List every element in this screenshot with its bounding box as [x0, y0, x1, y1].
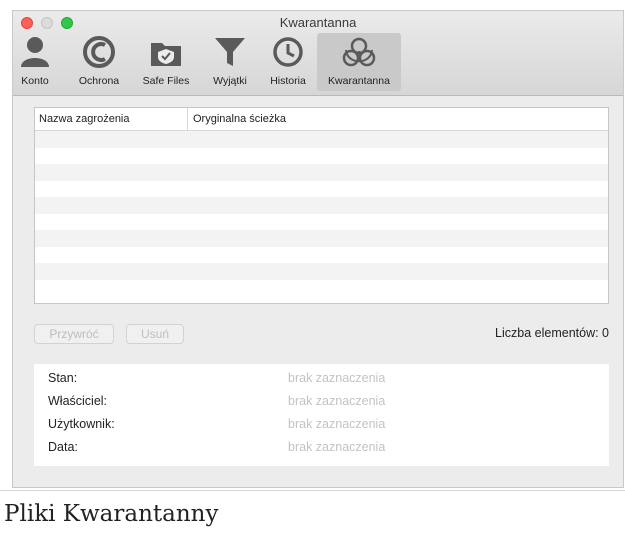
tab-kwarantanna[interactable]: Kwarantanna [317, 33, 401, 91]
table-row [35, 263, 608, 280]
status-label: Stan: [48, 371, 78, 385]
table-body [35, 131, 608, 296]
tab-wyjatki[interactable]: Wyjątki [205, 33, 255, 91]
quarantine-panel: Nazwa zagrożenia Oryginalna ścieżka Przy… [13, 96, 623, 487]
table-row [35, 197, 608, 214]
tab-kwarantanna-label: Kwarantanna [328, 75, 390, 87]
person-icon [21, 37, 49, 67]
toolbar: Konto Ochrona Safe Files Wyjątki Histori… [13, 33, 623, 91]
filter-icon [215, 38, 245, 66]
restore-button[interactable]: Przywróć [34, 324, 114, 344]
table-row [35, 148, 608, 165]
detail-row-date: Data: brak zaznaczenia [34, 438, 609, 458]
tab-historia[interactable]: Historia [263, 33, 313, 91]
status-value: brak zaznaczenia [288, 371, 386, 385]
user-label: Użytkownik: [48, 417, 115, 431]
biohazard-icon [342, 37, 376, 67]
table-header: Nazwa zagrożenia Oryginalna ścieżka [35, 108, 608, 131]
protection-icon [83, 36, 115, 68]
table-row [35, 230, 608, 247]
detail-row-status: Stan: brak zaznaczenia [34, 369, 609, 389]
detail-row-user: Użytkownik: brak zaznaczenia [34, 415, 609, 435]
owner-value: brak zaznaczenia [288, 394, 386, 408]
column-divider[interactable] [187, 108, 188, 130]
caption-text: Pliki Kwarantanny [4, 501, 219, 527]
title-bar: Kwarantanna Konto Ochrona Safe Files Wyj… [13, 11, 623, 96]
detail-row-owner: Właściciel: brak zaznaczenia [34, 392, 609, 412]
safe-files-icon [151, 43, 181, 66]
app-window: Kwarantanna Konto Ochrona Safe Files Wyj… [12, 10, 624, 488]
user-value: brak zaznaczenia [288, 417, 386, 431]
tab-ochrona[interactable]: Ochrona [71, 33, 127, 91]
date-value: brak zaznaczenia [288, 440, 386, 454]
delete-button[interactable]: Usuń [126, 324, 184, 344]
column-header-threat-name[interactable]: Nazwa zagrożenia [39, 113, 130, 125]
tab-safe-files-label: Safe Files [142, 75, 190, 87]
date-label: Data: [48, 440, 78, 454]
table-row [35, 214, 608, 231]
tab-ochrona-label: Ochrona [78, 75, 120, 87]
owner-label: Właściciel: [48, 394, 108, 408]
tab-historia-label: Historia [270, 75, 306, 87]
tab-konto-label: Konto [21, 75, 49, 87]
clock-icon [273, 37, 303, 67]
table-row [35, 181, 608, 198]
item-count: Liczba elementów: 0 [495, 326, 609, 340]
tab-konto[interactable]: Konto [15, 33, 55, 91]
table-row [35, 131, 608, 148]
table-row [35, 280, 608, 297]
table-row [35, 247, 608, 264]
tab-safe-files[interactable]: Safe Files [138, 33, 194, 91]
tab-wyjatki-label: Wyjątki [213, 75, 247, 87]
details-panel: Stan: brak zaznaczenia Właściciel: brak … [34, 364, 609, 466]
table-row [35, 164, 608, 181]
column-header-original-path[interactable]: Oryginalna ścieżka [193, 113, 286, 125]
quarantine-table[interactable]: Nazwa zagrożenia Oryginalna ścieżka [34, 107, 609, 304]
figure-caption: Pliki Kwarantanny [0, 490, 625, 538]
window-title: Kwarantanna [279, 15, 357, 30]
